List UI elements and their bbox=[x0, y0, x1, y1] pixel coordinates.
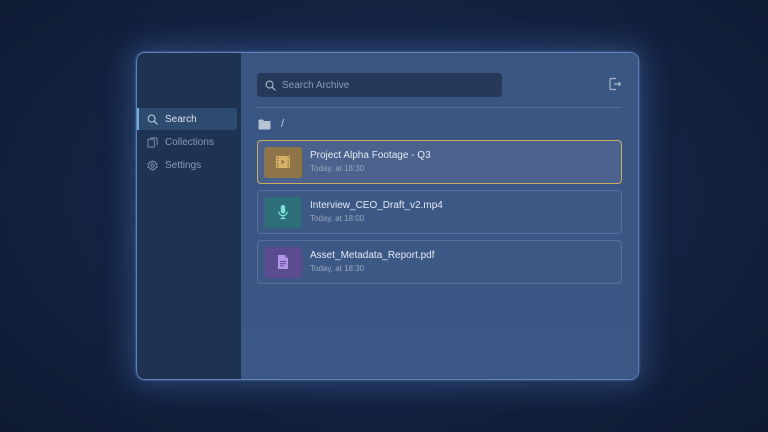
breadcrumb-path[interactable]: / bbox=[281, 118, 284, 130]
file-item-project-alpha[interactable]: Project Alpha Footage - Q3 Today, at 18:… bbox=[257, 140, 622, 184]
sidebar-item-search[interactable]: Search bbox=[137, 108, 237, 130]
file-info: Project Alpha Footage - Q3 Today, at 18:… bbox=[310, 149, 431, 175]
file-name: Asset_Metadata_Report.pdf bbox=[310, 250, 435, 261]
file-thumbnail bbox=[264, 196, 302, 228]
file-info: Asset_Metadata_Report.pdf Today, at 18:3… bbox=[310, 249, 435, 275]
app-window: Search Collections Settings / bbox=[136, 52, 639, 380]
sidebar-item-collections[interactable]: Collections bbox=[137, 131, 237, 153]
file-date: Today, at 18:30 bbox=[310, 264, 365, 273]
microphone-icon bbox=[278, 205, 288, 220]
file-item-metadata-report[interactable]: Asset_Metadata_Report.pdf Today, at 18:3… bbox=[257, 240, 622, 284]
search-input[interactable] bbox=[282, 79, 482, 91]
search-bar[interactable] bbox=[257, 73, 502, 97]
header-divider bbox=[257, 107, 622, 108]
search-icon bbox=[147, 114, 158, 125]
file-item-interview[interactable]: Interview_CEO_Draft_v2.mp4 Today, at 18:… bbox=[257, 190, 622, 234]
sidebar-item-label: Settings bbox=[165, 159, 202, 171]
collections-icon bbox=[147, 136, 158, 148]
folder-icon bbox=[258, 119, 271, 129]
file-name: Interview_CEO_Draft_v2.mp4 bbox=[310, 200, 443, 211]
main-panel: / Project Alpha Footage - Q3 Today, at 1… bbox=[241, 53, 638, 379]
video-icon bbox=[276, 156, 290, 168]
file-list: Project Alpha Footage - Q3 Today, at 18:… bbox=[257, 140, 622, 290]
file-name: Project Alpha Footage - Q3 bbox=[310, 150, 431, 161]
sidebar: Search Collections Settings bbox=[137, 53, 241, 379]
sidebar-item-label: Collections bbox=[165, 136, 214, 148]
file-thumbnail bbox=[264, 146, 302, 178]
file-date: Today, at 18:00 bbox=[310, 214, 365, 223]
sidebar-item-label: Search bbox=[165, 113, 197, 125]
sidebar-item-settings[interactable]: Settings bbox=[137, 154, 237, 176]
file-thumbnail bbox=[264, 246, 302, 278]
sidebar-nav: Search Collections Settings bbox=[137, 108, 237, 177]
logout-button[interactable] bbox=[608, 77, 622, 91]
gear-icon bbox=[147, 159, 158, 171]
file-info: Interview_CEO_Draft_v2.mp4 Today, at 18:… bbox=[310, 199, 443, 225]
search-icon bbox=[265, 80, 276, 91]
logout-icon bbox=[609, 77, 622, 91]
breadcrumb: / bbox=[258, 118, 284, 130]
document-icon bbox=[278, 255, 288, 269]
file-date: Today, at 18:30 bbox=[310, 164, 365, 173]
